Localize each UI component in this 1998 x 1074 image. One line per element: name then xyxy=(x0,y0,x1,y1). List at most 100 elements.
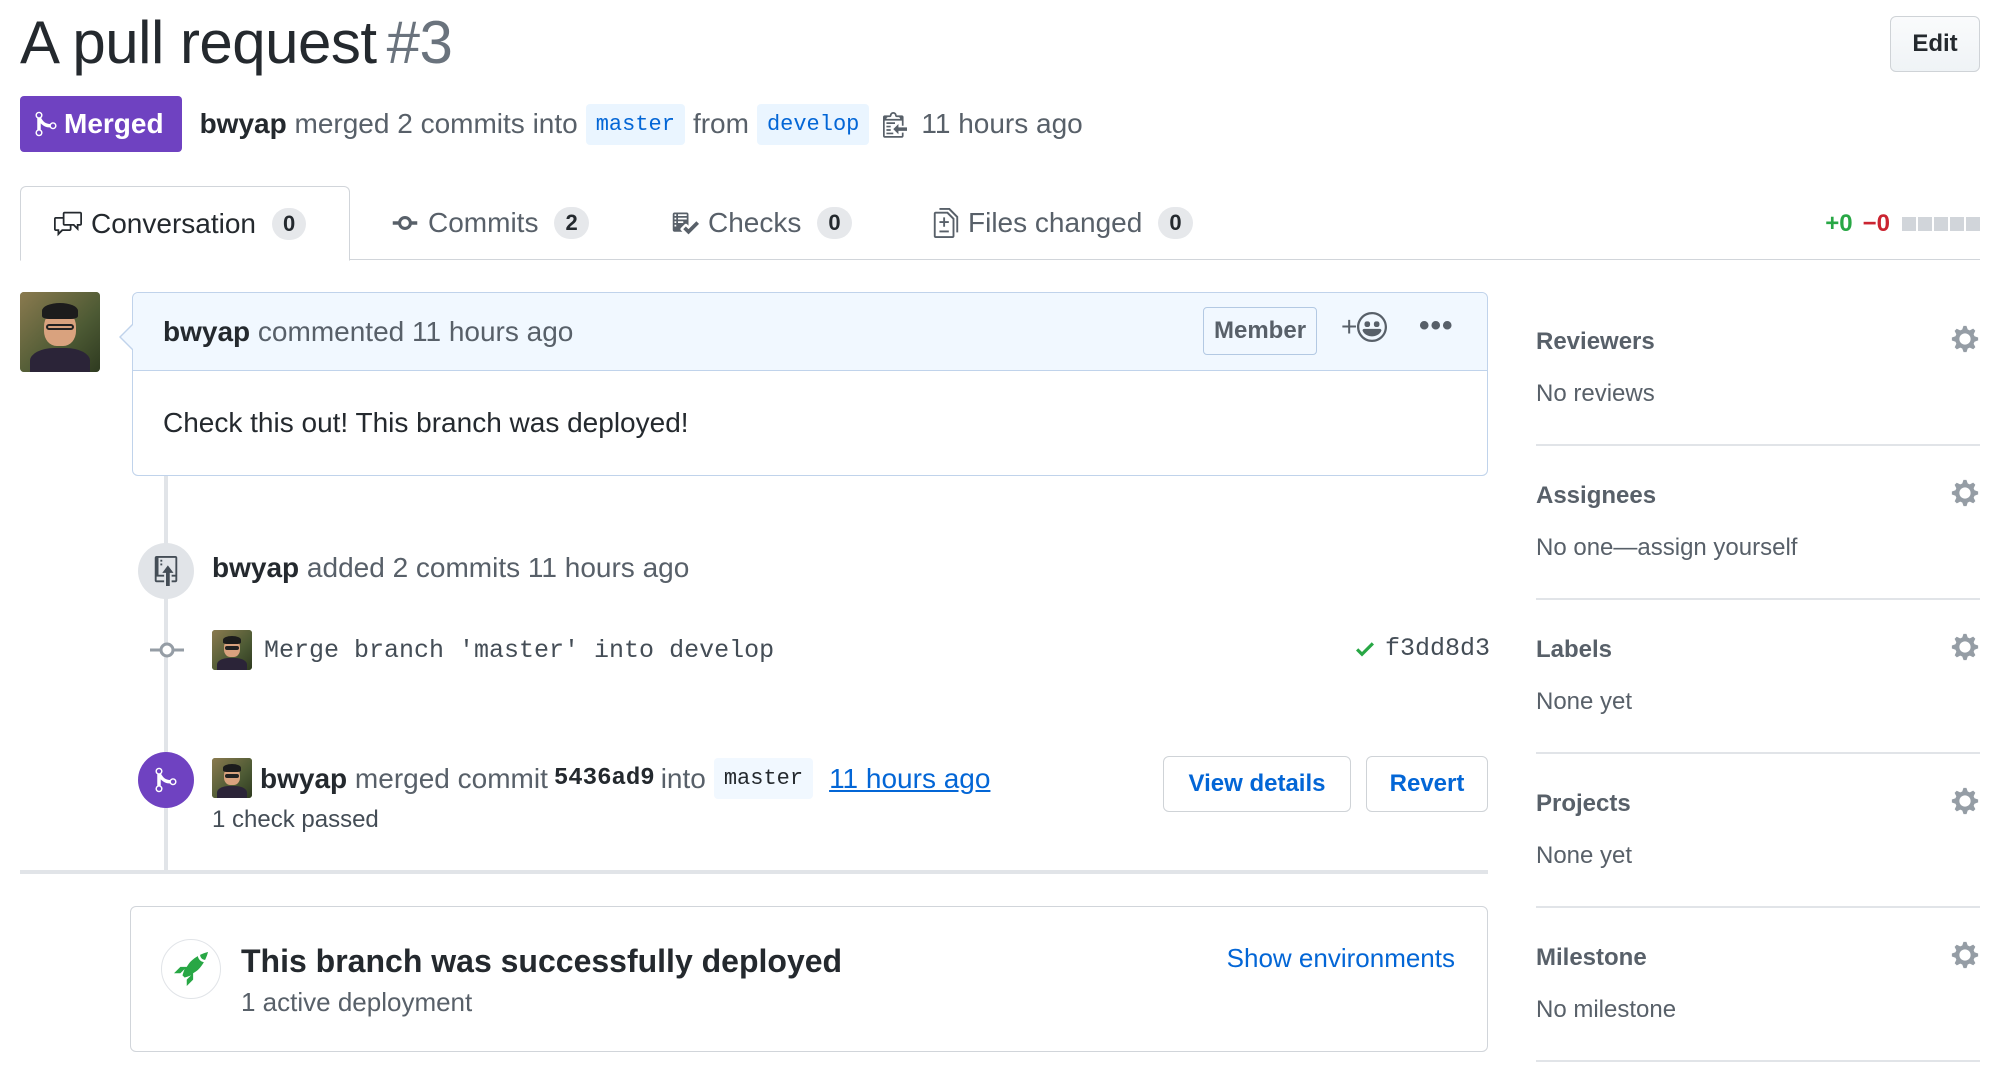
gear-icon[interactable] xyxy=(1950,786,1980,816)
sidebar-reviewers: Reviewers No reviews xyxy=(1536,294,1980,446)
show-environments-link[interactable]: Show environments xyxy=(1227,943,1455,974)
timeline-divider xyxy=(20,870,1488,874)
merged-label: Merged xyxy=(64,108,164,139)
sidebar-value: No milestone xyxy=(1536,996,1677,1023)
sidebar-value: No reviews xyxy=(1536,380,1655,407)
target-branch[interactable]: master xyxy=(713,758,814,799)
rocket-icon xyxy=(161,939,221,999)
gear-icon[interactable] xyxy=(1950,632,1980,662)
pr-status-row: Merged bwyap merged 2 commits into maste… xyxy=(20,96,1083,152)
tab-checks[interactable]: Checks 0 xyxy=(670,186,852,260)
tab-files-changed[interactable]: Files changed 0 xyxy=(932,186,1193,260)
pr-title: A pull request xyxy=(20,9,377,76)
sidebar-value[interactable]: No one—assign yourself xyxy=(1536,534,1797,562)
commit-message[interactable]: Merge branch 'master' into develop xyxy=(264,636,774,665)
event-author[interactable]: bwyap xyxy=(212,552,299,583)
commit-sha: f3dd8d3 xyxy=(1384,634,1490,663)
repo-push-event-icon xyxy=(138,543,194,599)
sidebar-heading[interactable]: Projects xyxy=(1536,790,1631,818)
sidebar-value: None yet xyxy=(1536,688,1633,715)
plus-label: + xyxy=(1341,311,1358,342)
diffstat-block xyxy=(1918,217,1932,231)
file-diff-icon xyxy=(933,208,959,238)
git-merge-icon xyxy=(35,111,57,137)
tab-label: Checks xyxy=(708,207,802,238)
sidebar-value: None yet xyxy=(1536,842,1633,869)
head-branch[interactable]: develop xyxy=(756,103,870,145)
sidebar-labels: Labels None yet xyxy=(1536,602,1980,754)
smiley-icon xyxy=(1357,312,1388,342)
merge-time-link[interactable]: 11 hours ago xyxy=(829,763,990,795)
sidebar-heading[interactable]: Milestone xyxy=(1536,944,1647,972)
sidebar-projects: Projects None yet xyxy=(1536,756,1980,908)
gear-icon[interactable] xyxy=(1950,478,1980,508)
merged-event-icon xyxy=(138,752,194,808)
merge-time: 11 hours ago xyxy=(921,108,1083,139)
event-text: added 2 commits 11 hours ago xyxy=(306,552,690,583)
pr-tabs: Conversation 0 Commits 2 Checks 0 Files … xyxy=(20,186,1980,261)
checklist-icon xyxy=(672,212,699,235)
avatar[interactable] xyxy=(20,292,100,372)
tab-conversation[interactable]: Conversation 0 xyxy=(20,186,350,261)
tab-counter: 0 xyxy=(817,207,852,239)
add-reaction-button[interactable]: + xyxy=(1341,311,1388,343)
tab-commits[interactable]: Commits 2 xyxy=(390,186,589,260)
revert-button[interactable]: Revert xyxy=(1366,756,1488,812)
git-merge-icon xyxy=(155,767,177,793)
comment-body: Check this out! This branch was deployed… xyxy=(163,407,689,438)
tab-label: Conversation xyxy=(91,207,256,239)
gear-icon[interactable] xyxy=(1950,324,1980,354)
avatar-image xyxy=(212,758,252,798)
comment-author[interactable]: bwyap xyxy=(163,316,250,348)
sidebar-heading[interactable]: Assignees xyxy=(1536,482,1656,510)
comment-discussion-icon xyxy=(54,211,82,236)
timeline-line xyxy=(164,470,168,870)
gear-icon[interactable] xyxy=(1950,940,1980,970)
check-status[interactable]: 1 check passed xyxy=(212,806,379,834)
merge-summary: merged 2 commits into xyxy=(294,108,578,139)
avatar-image xyxy=(20,292,100,372)
git-commit-icon xyxy=(150,642,184,658)
event-text: merged commit xyxy=(354,762,548,794)
into-word: into xyxy=(660,762,706,794)
commit-author-avatar[interactable] xyxy=(212,630,252,670)
merger-avatar[interactable] xyxy=(212,758,252,798)
edit-button[interactable]: Edit xyxy=(1890,16,1980,72)
base-branch[interactable]: master xyxy=(585,103,685,145)
view-details-button[interactable]: View details xyxy=(1163,756,1351,812)
merged-event: bwyap merged commit 5436ad9 into master … xyxy=(260,758,990,799)
check-icon xyxy=(1355,641,1374,656)
tab-label: Files changed xyxy=(968,207,1143,238)
repo-push-icon xyxy=(154,556,178,586)
comment-timestamp[interactable]: commented 11 hours ago xyxy=(258,316,573,348)
author-link[interactable]: bwyap xyxy=(200,108,287,140)
deployment-box: This branch was successfully deployed 1 … xyxy=(130,906,1488,1052)
git-commit-icon xyxy=(392,216,418,230)
diffstat-block xyxy=(1966,217,1980,231)
deployment-subtitle: 1 active deployment xyxy=(241,987,473,1017)
commit-row: Merge branch 'master' into develop f3dd8… xyxy=(150,630,1490,670)
from-word: from xyxy=(692,108,749,139)
more-options-button[interactable]: ••• xyxy=(1419,309,1454,343)
tab-counter: 2 xyxy=(554,207,589,239)
diffstat: +0 −0 xyxy=(1825,210,1980,238)
commits-added-event: bwyap added 2 commits 11 hours ago xyxy=(212,552,689,584)
sidebar-milestone: Milestone No milestone xyxy=(1536,910,1980,1062)
additions-count: +0 xyxy=(1825,210,1853,237)
merge-commit-sha[interactable]: 5436ad9 xyxy=(554,765,655,792)
tab-counter: 0 xyxy=(271,207,307,240)
diffstat-block xyxy=(1902,217,1916,231)
commit-sha-link[interactable]: f3dd8d3 xyxy=(1353,634,1490,663)
avatar-image xyxy=(212,630,252,670)
sidebar-assignees: Assignees No one—assign yourself xyxy=(1536,448,1980,600)
deployment-title: This branch was successfully deployed xyxy=(241,943,843,979)
copy-branch-icon[interactable] xyxy=(883,110,908,138)
tab-label: Commits xyxy=(428,207,539,238)
sidebar-heading[interactable]: Reviewers xyxy=(1536,328,1655,356)
comment-header: bwyap commented 11 hours ago Member + ••… xyxy=(133,293,1487,371)
tab-counter: 0 xyxy=(1158,207,1193,239)
event-author[interactable]: bwyap xyxy=(260,763,347,795)
member-badge: Member xyxy=(1203,307,1318,355)
sidebar-heading[interactable]: Labels xyxy=(1536,636,1612,664)
comment: bwyap commented 11 hours ago Member + ••… xyxy=(119,292,1488,476)
